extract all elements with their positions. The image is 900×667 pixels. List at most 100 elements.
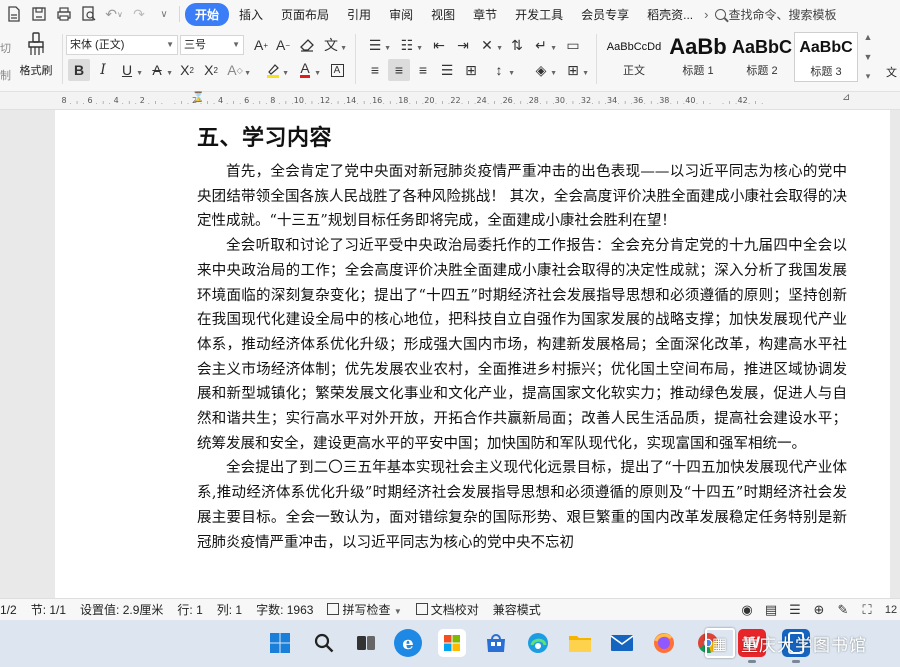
strikethrough-button[interactable]: A ▼ (146, 59, 173, 81)
paragraph[interactable]: 全会提出了到二〇三五年基本实现社会主义现代化远景目标，提出了“十四五加快发展现代… (197, 456, 847, 555)
redo-icon[interactable]: ↷ (128, 3, 150, 25)
tab-chapter[interactable]: 章节 (465, 3, 505, 26)
document-area[interactable]: 五、学习内容 首先，全会肯定了党中央面对新冠肺炎疫情严重冲击的出色表现——以习近… (0, 110, 900, 598)
text-effect-button[interactable]: A ◇ ▼ (224, 59, 251, 81)
ruler-toggle-icon[interactable]: ▭ (562, 34, 584, 56)
row-indicator[interactable]: 行: 1 (177, 601, 202, 618)
file-explorer-icon[interactable] (566, 629, 594, 657)
cut-label[interactable]: 切 (0, 36, 11, 63)
distributed-icon[interactable]: ⊞ (460, 59, 482, 81)
eye-icon[interactable]: ◉ (738, 601, 756, 619)
style-heading-1[interactable]: AaBb 标题 1 (666, 32, 730, 82)
undo-icon[interactable]: ↶ ∨ (103, 3, 125, 25)
paragraph[interactable]: 全会听取和讨论了习近平受中央政治局委托作的工作报告：全会充分肯定党的十九届四中全… (197, 234, 847, 456)
italic-button[interactable]: I (92, 59, 114, 81)
increase-indent-icon[interactable]: ⇥ (452, 34, 474, 56)
setting-value[interactable]: 设置值: 2.9厘米 (80, 601, 163, 618)
write-mode-icon[interactable]: ✎ (834, 601, 852, 619)
page-content[interactable]: 五、学习内容 首先，全会肯定了党中央面对新冠肺炎疫情严重冲击的出色表现——以习近… (197, 120, 847, 555)
tab-docer[interactable]: 稻壳资... (639, 3, 701, 26)
edge-browser-icon[interactable] (524, 629, 552, 657)
outline-view-icon[interactable]: ☰ (786, 601, 804, 619)
numbered-list-icon[interactable]: ☷ ▼ (396, 34, 423, 56)
fullscreen-icon[interactable]: ⛶ (858, 601, 876, 619)
grow-font-icon[interactable]: A + (250, 34, 272, 56)
search-icon[interactable] (310, 629, 338, 657)
highlight-button[interactable]: ▼ (262, 59, 289, 81)
bold-button[interactable]: B (68, 59, 90, 81)
command-search[interactable]: 查找命令、搜索模板 (714, 6, 837, 23)
paragraph[interactable]: 首先，全会肯定了党中央面对新冠肺炎疫情严重冲击的出色表现——以习近平同志为核心的… (197, 160, 847, 234)
character-border-button[interactable]: A (326, 59, 348, 81)
document-page[interactable]: 五、学习内容 首先，全会肯定了党中央面对新冠肺炎疫情严重冲击的出色表现——以习近… (55, 110, 890, 598)
print-icon[interactable] (53, 3, 75, 25)
align-left-icon[interactable]: ≡ (364, 59, 386, 81)
chevron-right-icon[interactable]: › (704, 7, 708, 22)
decrease-indent-icon[interactable]: ⇤ (428, 34, 450, 56)
web-view-icon[interactable]: ⊕ (810, 601, 828, 619)
show-hide-marks-icon[interactable]: ↵ ▼ (530, 34, 557, 56)
section-heading[interactable]: 五、学习内容 (197, 120, 847, 152)
expand-gallery-icon[interactable]: ▾ (866, 71, 871, 82)
style-heading-3[interactable]: AaBbC 标题 3 (794, 32, 858, 82)
spellcheck-button[interactable]: 拼写检查 ▼ (327, 601, 401, 618)
font-name-select[interactable]: 宋体 (正文) ▼ (66, 35, 178, 55)
microsoft-store-icon[interactable] (438, 629, 466, 657)
cut-copy-labels: 切 制 (0, 36, 11, 90)
shading-icon[interactable]: ◈ ▼ (530, 59, 557, 81)
first-line-indent-marker[interactable]: ⌛ (192, 92, 204, 103)
justify-icon[interactable]: ☰ (436, 59, 458, 81)
format-painter-button[interactable]: 格式刷 (14, 32, 58, 82)
subscript-button[interactable]: X2 (200, 59, 222, 81)
save-icon[interactable] (28, 3, 50, 25)
align-right-icon[interactable]: ≡ (412, 59, 434, 81)
ie-browser-icon[interactable]: e (394, 629, 422, 657)
right-indent-marker[interactable]: ⊿ (842, 92, 850, 103)
tab-page-layout[interactable]: 页面布局 (273, 3, 337, 26)
chinese-layout-icon[interactable]: ✕ ▼ (476, 34, 503, 56)
style-gallery-scroll[interactable]: ▲ ▼ ▾ (862, 32, 874, 82)
tab-insert[interactable]: 插入 (231, 3, 271, 26)
horizontal-ruler[interactable]: 8 6 4 2 2 4 6 8 10 12 14 16 18 20 22 24 26 28 30 32 34 36 38 40… (0, 92, 900, 110)
font-color-button[interactable]: A ▼ (294, 59, 321, 81)
text-tool-label[interactable]: 文 (886, 64, 897, 80)
clear-format-icon[interactable] (296, 34, 318, 56)
tab-references[interactable]: 引用 (339, 3, 379, 26)
store-bag-icon[interactable] (482, 629, 510, 657)
phonetic-guide-icon[interactable]: 文 ▼ (320, 34, 347, 56)
tab-developer[interactable]: 开发工具 (507, 3, 571, 26)
file-icon[interactable] (3, 3, 25, 25)
zoom-value[interactable]: 12 (882, 601, 900, 619)
firefox-icon[interactable] (650, 629, 678, 657)
chevron-up-icon[interactable]: ▲ (864, 32, 873, 42)
superscript-button[interactable]: X2 (176, 59, 198, 81)
borders-icon[interactable]: ⊞ ▼ (562, 59, 589, 81)
align-center-icon[interactable]: ≡ (388, 59, 410, 81)
windows-start-icon[interactable] (266, 629, 294, 657)
sort-icon[interactable]: ⇅ (506, 34, 528, 56)
bullet-list-icon[interactable]: ☰ ▼ (364, 34, 391, 56)
column-indicator[interactable]: 列: 1 (217, 601, 242, 618)
ruler-number: 10 (293, 96, 304, 105)
style-normal[interactable]: AaBbCcDd 正文 (602, 32, 666, 82)
style-heading-2[interactable]: AaBbC 标题 2 (730, 32, 794, 82)
line-spacing-icon[interactable]: ↕ ▼ (488, 59, 516, 81)
word-count[interactable]: 字数: 1963 (256, 601, 313, 618)
mail-icon[interactable] (608, 629, 636, 657)
shrink-font-icon[interactable]: A − (272, 34, 294, 56)
section-indicator[interactable]: 节: 1/1 (31, 601, 66, 618)
chevron-down-icon[interactable]: ▼ (864, 52, 873, 62)
copy-label[interactable]: 制 (0, 63, 11, 90)
page-indicator[interactable]: 1/2 (0, 603, 17, 617)
quick-access-more-icon[interactable]: ∨ (153, 3, 175, 25)
page-view-icon[interactable]: ▤ (762, 601, 780, 619)
task-view-icon[interactable] (352, 629, 380, 657)
tab-review[interactable]: 审阅 (381, 3, 421, 26)
print-preview-icon[interactable] (78, 3, 100, 25)
font-size-select[interactable]: 三号 ▼ (180, 35, 244, 55)
tab-view[interactable]: 视图 (423, 3, 463, 26)
underline-button[interactable]: U ▼ (116, 59, 143, 81)
doc-proofread-button[interactable]: 文档校对 (416, 601, 479, 618)
tab-member[interactable]: 会员专享 (573, 3, 637, 26)
tab-home[interactable]: 开始 (185, 2, 230, 26)
